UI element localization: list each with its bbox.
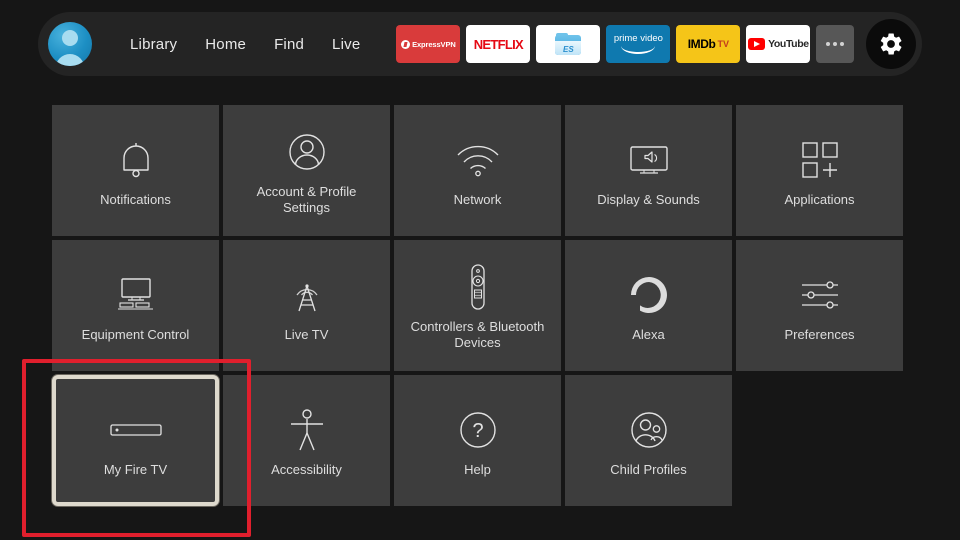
settings-grid-empty-cell bbox=[736, 375, 903, 506]
tv-speaker-icon bbox=[625, 134, 673, 186]
alexa-icon bbox=[627, 269, 671, 321]
settings-tile-applications[interactable]: Applications bbox=[736, 105, 903, 236]
nav-item-library[interactable]: Library bbox=[116, 30, 191, 59]
imdb-tv-label: TV bbox=[717, 39, 729, 49]
sliders-icon bbox=[797, 269, 843, 321]
settings-tile-controllers-bluetooth-devices[interactable]: Controllers & Bluetooth Devices bbox=[394, 240, 561, 371]
remote-icon bbox=[465, 261, 491, 313]
settings-tile-label: Child Profiles bbox=[610, 461, 687, 477]
settings-tile-label: Live TV bbox=[284, 326, 329, 342]
nav-links: Library Home Find Live bbox=[116, 30, 374, 59]
settings-tile-label: Notifications bbox=[100, 191, 171, 207]
accessibility-icon bbox=[286, 404, 328, 456]
app-tile-prime-video[interactable]: prime video bbox=[606, 25, 671, 63]
apps-grid-icon bbox=[799, 134, 841, 186]
settings-tile-help[interactable]: ? Help bbox=[394, 375, 561, 506]
settings-tile-label: Help bbox=[464, 461, 491, 477]
profile-avatar[interactable] bbox=[48, 22, 92, 66]
nav-item-find[interactable]: Find bbox=[260, 30, 318, 59]
settings-grid: Notifications Account & Profile Settings bbox=[52, 105, 903, 510]
settings-button[interactable] bbox=[866, 19, 917, 69]
es-folder-icon: ES bbox=[555, 33, 582, 55]
avatar-body bbox=[55, 54, 85, 66]
settings-tile-display-sounds[interactable]: Display & Sounds bbox=[565, 105, 732, 236]
app-shortcut-row: ExpressVPN NETFLIX ES prime video IMDb T… bbox=[396, 19, 917, 69]
expressvpn-label: ExpressVPN bbox=[412, 39, 456, 49]
svg-text:?: ? bbox=[472, 420, 483, 442]
settings-tile-equipment-control[interactable]: Equipment Control bbox=[52, 240, 219, 371]
settings-grid-row: Equipment Control Live TV Controllers & … bbox=[52, 240, 903, 371]
firetv-stick-icon bbox=[108, 404, 164, 456]
settings-tile-label: Preferences bbox=[784, 326, 855, 342]
settings-tile-child-profiles[interactable]: Child Profiles bbox=[565, 375, 732, 506]
more-apps-button[interactable] bbox=[816, 25, 855, 63]
firetv-settings-screen: Library Home Find Live ExpressVPN NETFLI… bbox=[0, 0, 960, 540]
app-tile-imdb-tv[interactable]: IMDb TV bbox=[676, 25, 741, 63]
settings-tile-live-tv[interactable]: Live TV bbox=[223, 240, 390, 371]
settings-tile-accessibility[interactable]: Accessibility bbox=[223, 375, 390, 506]
settings-tile-label: Equipment Control bbox=[81, 326, 190, 342]
person-circle-icon bbox=[285, 126, 329, 178]
settings-tile-label: Applications bbox=[784, 191, 855, 207]
app-tile-netflix[interactable]: NETFLIX bbox=[466, 25, 531, 63]
bell-icon bbox=[116, 134, 156, 186]
settings-tile-network[interactable]: Network bbox=[394, 105, 561, 236]
question-circle-icon: ? bbox=[456, 404, 500, 456]
avatar-head bbox=[62, 30, 78, 46]
amazon-smile-icon bbox=[621, 46, 656, 54]
youtube-play-icon bbox=[748, 38, 766, 50]
settings-tile-account-profile-settings[interactable]: Account & Profile Settings bbox=[223, 105, 390, 236]
settings-tile-label: Controllers & Bluetooth Devices bbox=[410, 318, 545, 350]
antenna-icon bbox=[285, 269, 329, 321]
settings-tile-label: Network bbox=[453, 191, 502, 207]
youtube-label: YouTube bbox=[768, 38, 809, 50]
es-label: ES bbox=[563, 45, 574, 54]
app-tile-youtube[interactable]: YouTube bbox=[746, 25, 811, 63]
settings-tile-label: My Fire TV bbox=[103, 461, 168, 477]
netflix-label: NETFLIX bbox=[473, 36, 524, 52]
nav-item-home[interactable]: Home bbox=[191, 30, 260, 59]
settings-grid-row: My Fire TV Accessibility ? Help Child Pr… bbox=[52, 375, 903, 506]
ellipsis-icon bbox=[826, 42, 845, 46]
prime-video-label: prime video bbox=[613, 33, 663, 45]
settings-tile-label: Accessibility bbox=[271, 461, 342, 477]
settings-tile-label: Display & Sounds bbox=[597, 191, 700, 207]
settings-grid-row: Notifications Account & Profile Settings bbox=[52, 105, 903, 236]
nav-item-live[interactable]: Live bbox=[318, 30, 374, 59]
settings-tile-alexa[interactable]: Alexa bbox=[565, 240, 732, 371]
expressvpn-icon bbox=[401, 39, 411, 49]
settings-tile-my-fire-tv[interactable]: My Fire TV bbox=[52, 375, 219, 506]
gear-icon bbox=[881, 33, 902, 55]
settings-tile-preferences[interactable]: Preferences bbox=[736, 240, 903, 371]
settings-tile-label: Alexa bbox=[632, 326, 665, 342]
app-tile-es-file-explorer[interactable]: ES bbox=[536, 25, 601, 63]
settings-tile-label: Account & Profile Settings bbox=[256, 183, 357, 215]
settings-tile-notifications[interactable]: Notifications bbox=[52, 105, 219, 236]
top-navigation-bar: Library Home Find Live ExpressVPN NETFLI… bbox=[38, 12, 922, 76]
wifi-icon bbox=[455, 134, 501, 186]
child-profiles-icon bbox=[627, 404, 671, 456]
imdb-label: IMDb bbox=[687, 37, 716, 51]
app-tile-expressvpn[interactable]: ExpressVPN bbox=[396, 25, 461, 63]
equipment-icon bbox=[112, 269, 160, 321]
